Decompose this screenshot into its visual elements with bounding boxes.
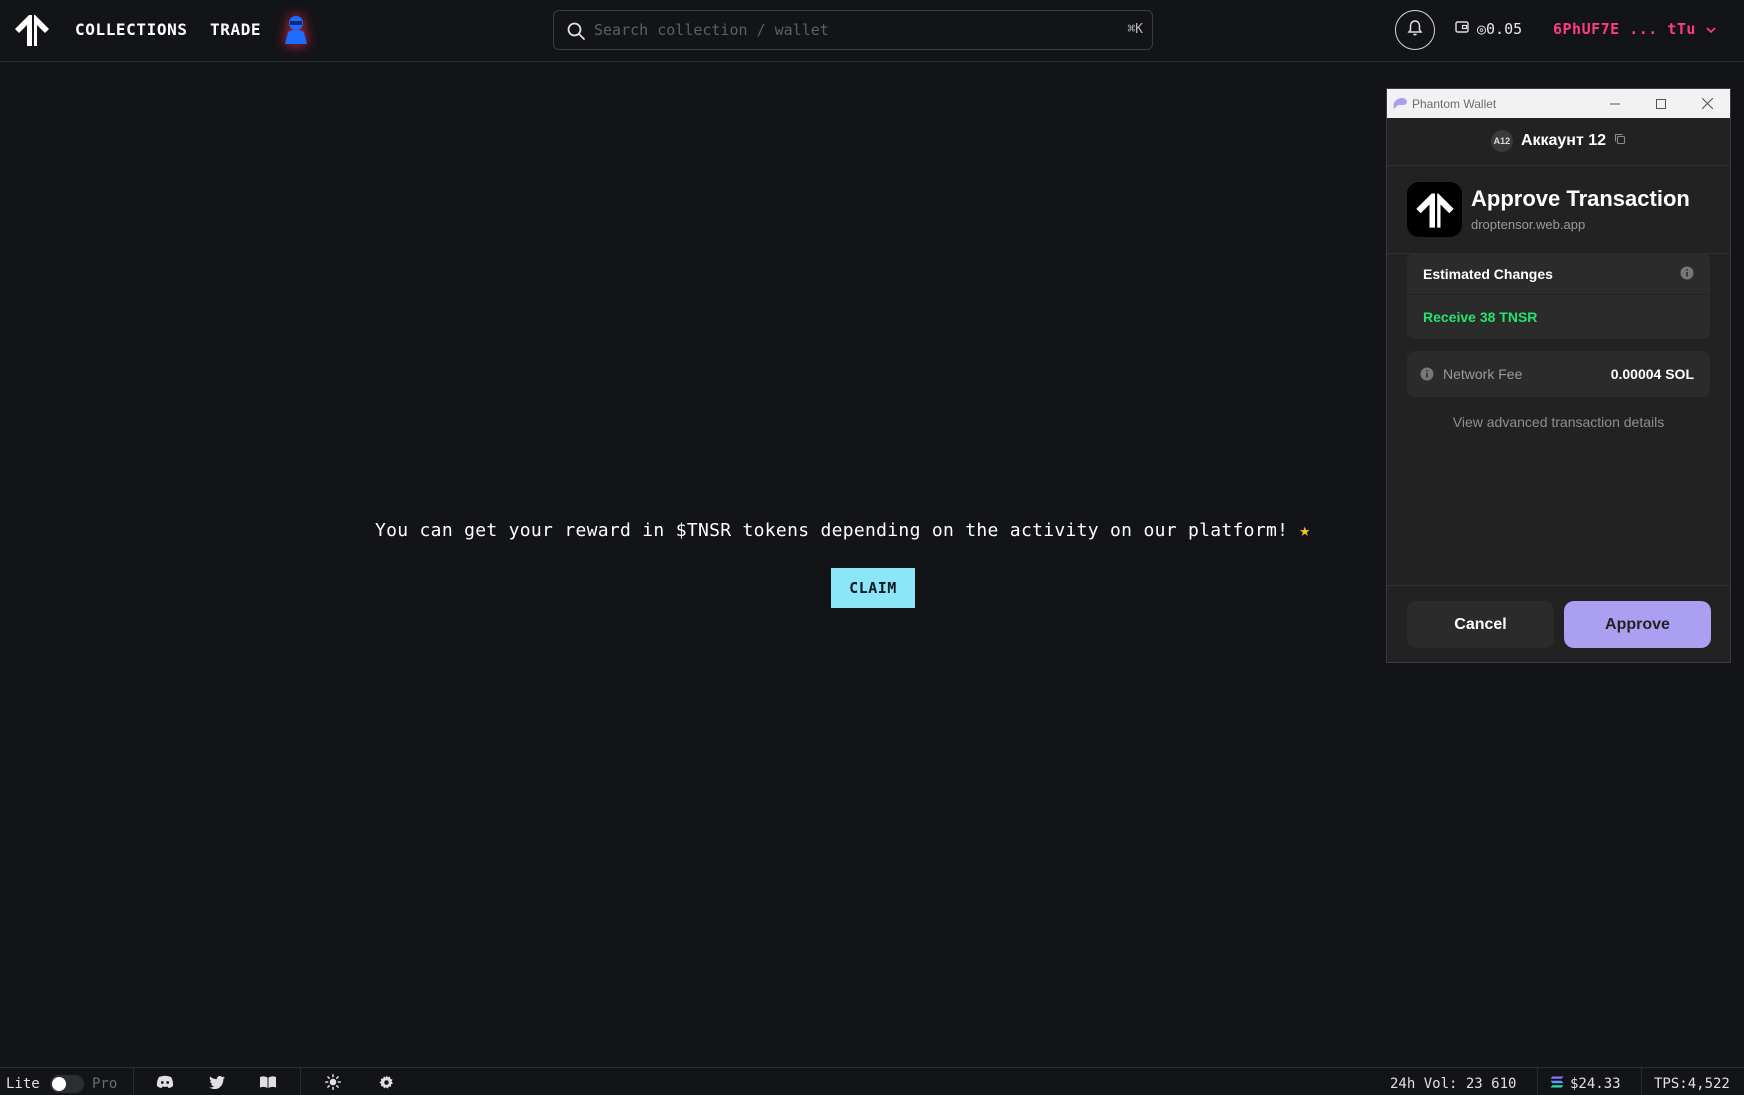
sol-price-value: $24.33 (1570, 1076, 1621, 1092)
search-icon (566, 21, 586, 41)
lite-label: Lite (6, 1076, 40, 1092)
claim-button[interactable]: CLAIM (831, 568, 915, 608)
wallet-address-dropdown[interactable]: 6PhUF7E ... tTu (1553, 20, 1716, 38)
theme-sun-icon[interactable] (323, 1073, 343, 1091)
docs-book-icon[interactable] (258, 1073, 278, 1091)
close-icon[interactable] (1684, 89, 1730, 118)
phantom-footer: Cancel Approve (1387, 585, 1730, 662)
approve-title: Approve Transaction (1471, 186, 1690, 211)
account-badge: A12 (1490, 130, 1513, 152)
nav-trade[interactable]: TRADE (210, 20, 261, 39)
twitter-icon[interactable] (207, 1073, 227, 1091)
search-box: ⌘K (553, 10, 1153, 50)
copy-icon[interactable] (1614, 132, 1626, 150)
approve-button[interactable]: Approve (1564, 601, 1711, 648)
account-selector[interactable]: A12 Аккаунт 12 (1387, 130, 1730, 152)
lite-pro-toggle[interactable] (50, 1075, 84, 1093)
dapp-logo-icon (1407, 182, 1462, 237)
divider (1537, 1068, 1538, 1095)
divider (300, 1068, 301, 1095)
estimated-changes-label: Estimated Changes (1423, 266, 1553, 282)
network-fee-label: Network Fee (1443, 366, 1523, 382)
receive-amount: Receive 38 TNSR (1423, 309, 1538, 325)
divider (1387, 165, 1730, 166)
wallet-balance[interactable]: ◎0.05 (1455, 20, 1522, 38)
pro-label: Pro (92, 1076, 118, 1092)
promo-message: You can get your reward in $TNSR tokens … (375, 520, 1375, 541)
wallet-address: 6PhUF7E ... tTu (1553, 20, 1696, 38)
bottom-status-bar: Lite Pro 24h Vol: 23 610 $24.33 TPS:4,52… (0, 1067, 1744, 1095)
tensor-logo-icon[interactable] (12, 12, 52, 48)
info-icon[interactable] (1420, 367, 1434, 386)
info-icon[interactable] (1680, 266, 1694, 285)
discord-icon[interactable] (155, 1073, 175, 1091)
estimated-changes-panel: Estimated Changes Receive 38 TNSR (1407, 253, 1710, 339)
phantom-wallet-window: Phantom Wallet A12 Аккаунт 12 Approve Tr… (1386, 88, 1731, 663)
toggle-knob (52, 1077, 66, 1091)
maximize-button[interactable] (1638, 89, 1684, 118)
promo-text: You can get your reward in $TNSR tokens … (375, 520, 1289, 541)
advanced-details-link[interactable]: View advanced transaction details (1387, 414, 1730, 430)
wallet-icon (1455, 20, 1469, 38)
window-titlebar[interactable]: Phantom Wallet (1387, 89, 1730, 118)
volume-24h: 24h Vol: 23 610 (1390, 1076, 1517, 1092)
window-title: Phantom Wallet (1412, 97, 1497, 111)
minimize-button[interactable] (1592, 89, 1638, 118)
divider (133, 1068, 134, 1095)
user-hero-icon[interactable] (278, 12, 314, 48)
settings-gear-icon[interactable] (376, 1073, 396, 1091)
dapp-domain: droptensor.web.app (1471, 217, 1586, 232)
sol-price: $24.33 (1550, 1076, 1621, 1092)
phantom-ghost-icon (1392, 96, 1408, 115)
network-fee-row: Network Fee 0.00004 SOL (1407, 351, 1710, 397)
top-navigation-bar: COLLECTIONS TRADE ⌘K (0, 0, 1744, 62)
estimated-changes-header: Estimated Changes (1407, 253, 1710, 295)
star-icon: ★ (1299, 520, 1311, 541)
bell-icon (1407, 19, 1423, 41)
chevron-down-icon (1706, 20, 1716, 38)
search-shortcut: ⌘K (1127, 22, 1143, 37)
search-input[interactable] (594, 17, 1074, 43)
network-fee-value: 0.00004 SOL (1610, 366, 1694, 382)
account-name: Аккаунт 12 (1520, 132, 1607, 149)
solana-icon (1550, 1076, 1564, 1092)
nav-collections[interactable]: COLLECTIONS (75, 20, 188, 39)
notifications-button[interactable] (1395, 10, 1435, 50)
cancel-button[interactable]: Cancel (1407, 601, 1554, 648)
balance-value: ◎0.05 (1477, 20, 1523, 38)
tps-counter: TPS:4,522 (1654, 1076, 1730, 1092)
divider (1641, 1068, 1642, 1095)
